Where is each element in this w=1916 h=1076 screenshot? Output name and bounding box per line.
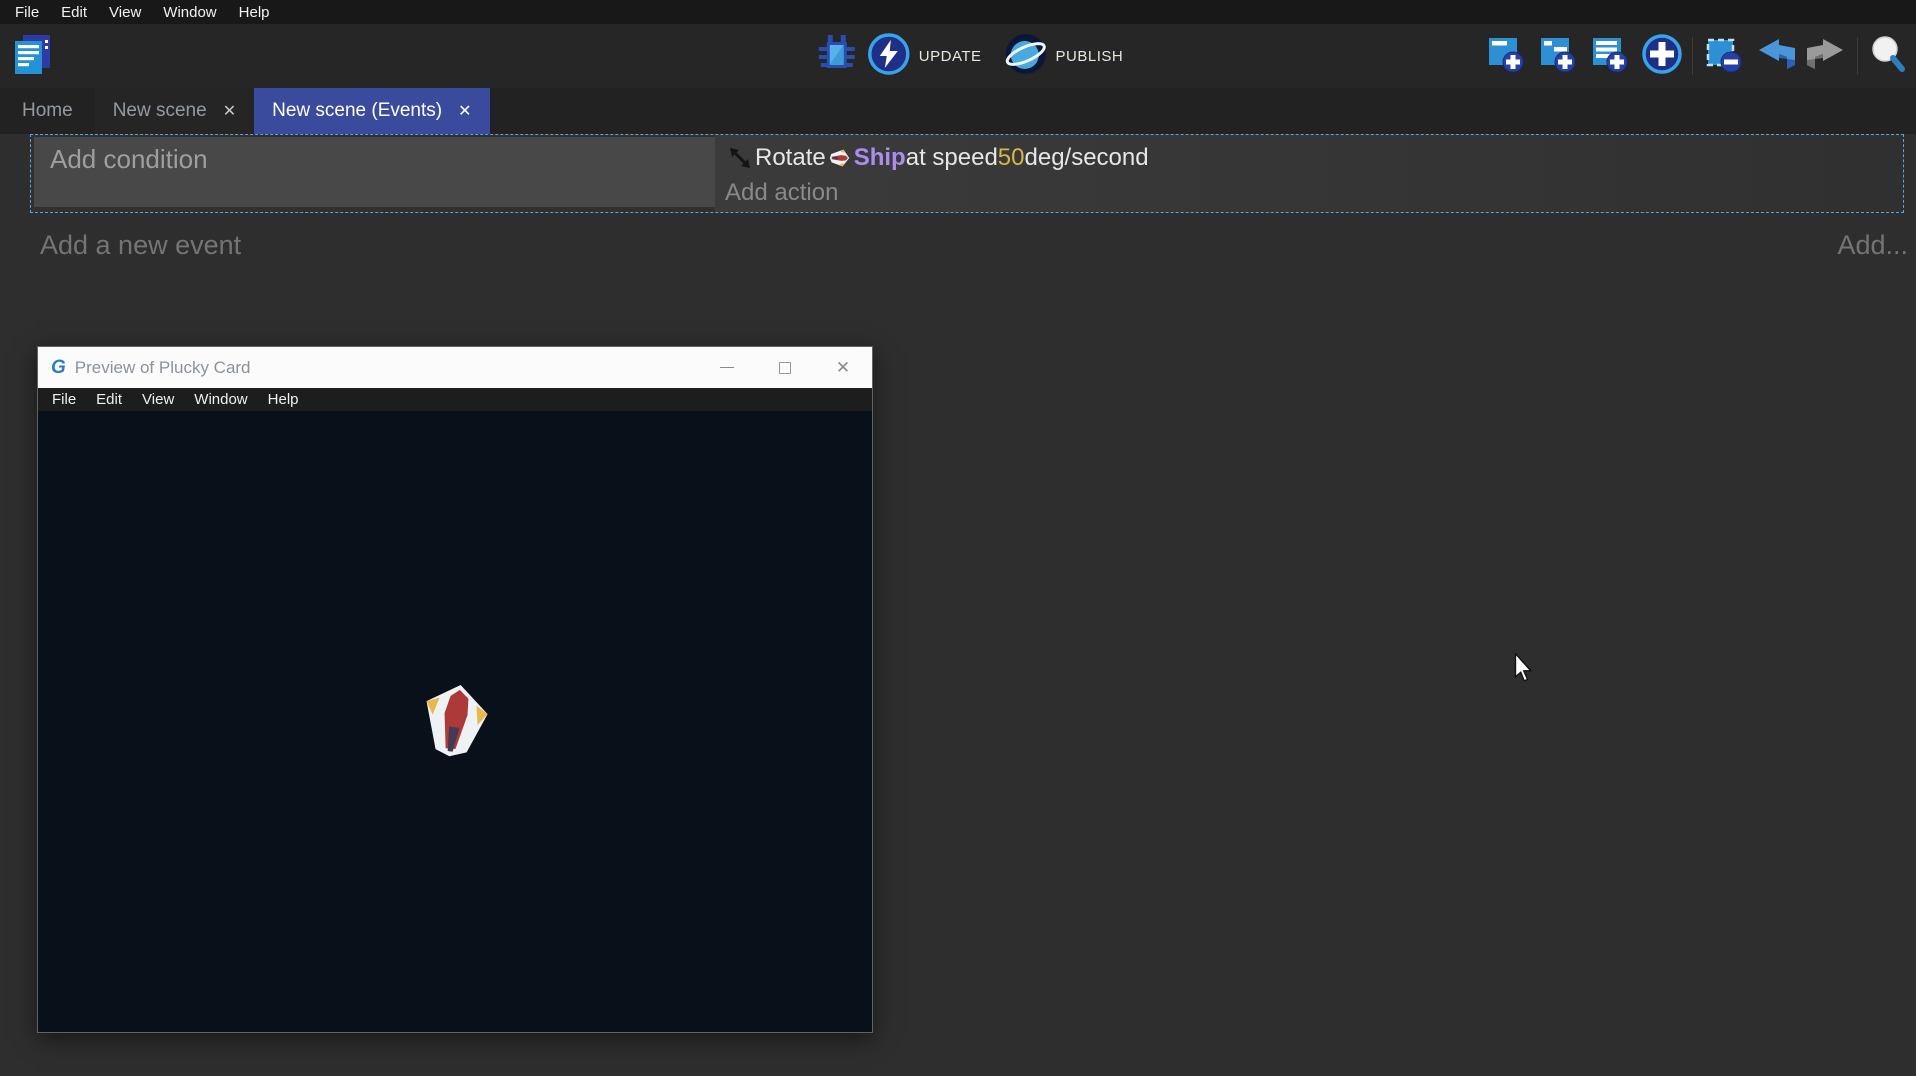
tab-label: New scene xyxy=(113,100,207,122)
project-manager-button[interactable] xyxy=(10,32,54,80)
add-comment-button[interactable] xyxy=(1588,32,1632,80)
event-row[interactable]: Add condition Rotate xyxy=(30,134,1904,213)
preview-menu-file[interactable]: File xyxy=(42,391,86,408)
close-icon[interactable]: ✕ xyxy=(223,101,236,121)
maximize-icon xyxy=(779,362,791,374)
add-subevent-button[interactable] xyxy=(1536,32,1580,80)
search-icon xyxy=(1868,33,1908,80)
minimize-icon xyxy=(720,367,734,368)
add-action-placeholder[interactable]: Add action xyxy=(725,179,1903,207)
delete-selection-icon xyxy=(1703,34,1743,79)
event-conditions-column[interactable]: Add condition xyxy=(34,137,715,207)
game-canvas[interactable] xyxy=(38,411,872,1031)
close-icon: ✕ xyxy=(836,358,850,378)
menu-file[interactable]: File xyxy=(4,4,50,21)
gdevelop-logo-icon: G xyxy=(51,357,66,379)
preview-menu-window[interactable]: Window xyxy=(184,391,257,408)
update-label[interactable]: UPDATE xyxy=(919,48,982,65)
delete-selection-button[interactable] xyxy=(1701,32,1745,80)
choose-add-event-button[interactable] xyxy=(1640,32,1684,80)
add-condition-placeholder[interactable]: Add condition xyxy=(50,144,715,175)
action-text: at speed xyxy=(906,144,998,172)
update-button[interactable] xyxy=(867,32,911,80)
menu-edit[interactable]: Edit xyxy=(50,4,98,21)
ship-sprite xyxy=(414,678,496,765)
action-object-name[interactable]: Ship xyxy=(854,144,906,172)
events-sheet: Add condition Rotate xyxy=(0,134,1916,1076)
debugger-bug-icon xyxy=(818,33,856,80)
app-menubar: File Edit View Window Help xyxy=(0,0,1916,24)
mouse-cursor xyxy=(1512,653,1534,688)
undo-button[interactable] xyxy=(1753,32,1797,80)
main-toolbar: UPDATE PUBLISH xyxy=(0,24,1916,88)
tab-bar: Home New scene ✕ New scene (Events) ✕ xyxy=(0,88,1916,134)
add-circle-icon xyxy=(1641,33,1683,80)
minimize-button[interactable] xyxy=(698,347,756,388)
action-unit: deg/second xyxy=(1025,144,1149,172)
publish-planet-icon xyxy=(1004,32,1048,81)
update-lightning-icon xyxy=(867,32,911,81)
preview-menubar: File Edit View Window Help xyxy=(38,388,872,411)
project-manager-icon xyxy=(9,30,55,83)
action-verb: Rotate xyxy=(755,144,826,172)
add-event-row: Add a new event Add... xyxy=(40,230,1908,261)
add-button[interactable]: Add... xyxy=(1837,230,1908,261)
action-rotate-ship[interactable]: Rotate Ship at speed 50 xyxy=(725,140,1903,176)
event-actions-column[interactable]: Rotate Ship at speed 50 xyxy=(715,135,1903,212)
search-events-button[interactable] xyxy=(1866,32,1910,80)
redo-icon xyxy=(1806,34,1848,79)
ship-object-icon xyxy=(829,147,851,169)
tab-new-scene[interactable]: New scene ✕ xyxy=(95,88,254,134)
preview-titlebar[interactable]: G Preview of Plucky Card ✕ xyxy=(38,347,872,388)
close-icon[interactable]: ✕ xyxy=(458,101,471,121)
preview-menu-edit[interactable]: Edit xyxy=(86,391,132,408)
add-subevent-icon xyxy=(1538,34,1578,79)
menu-help[interactable]: Help xyxy=(228,4,281,21)
rotate-action-icon xyxy=(728,146,752,170)
preview-menu-help[interactable]: Help xyxy=(258,391,309,408)
debugger-button[interactable] xyxy=(815,32,859,80)
add-new-event-button[interactable]: Add a new event xyxy=(40,230,241,261)
tab-label: Home xyxy=(22,100,73,122)
toolbar-separator xyxy=(1692,37,1693,75)
menu-window[interactable]: Window xyxy=(152,4,227,21)
close-window-button[interactable]: ✕ xyxy=(814,347,872,388)
action-value[interactable]: 50 xyxy=(998,144,1025,172)
preview-menu-view[interactable]: View xyxy=(132,391,184,408)
preview-window[interactable]: G Preview of Plucky Card ✕ File Edit Vie… xyxy=(37,346,873,1033)
publish-button[interactable] xyxy=(1004,32,1048,80)
maximize-button[interactable] xyxy=(756,347,814,388)
add-event-icon xyxy=(1486,34,1526,79)
add-comment-icon xyxy=(1590,34,1630,79)
toolbar-separator xyxy=(1857,37,1858,75)
menu-view[interactable]: View xyxy=(98,4,152,21)
redo-button[interactable] xyxy=(1805,32,1849,80)
tab-new-scene-events[interactable]: New scene (Events) ✕ xyxy=(254,88,489,134)
add-event-button[interactable] xyxy=(1484,32,1528,80)
undo-icon xyxy=(1754,34,1796,79)
preview-window-title: Preview of Plucky Card xyxy=(75,358,698,378)
tab-home[interactable]: Home xyxy=(0,88,95,134)
publish-label[interactable]: PUBLISH xyxy=(1056,48,1124,65)
tab-label: New scene (Events) xyxy=(272,100,442,122)
